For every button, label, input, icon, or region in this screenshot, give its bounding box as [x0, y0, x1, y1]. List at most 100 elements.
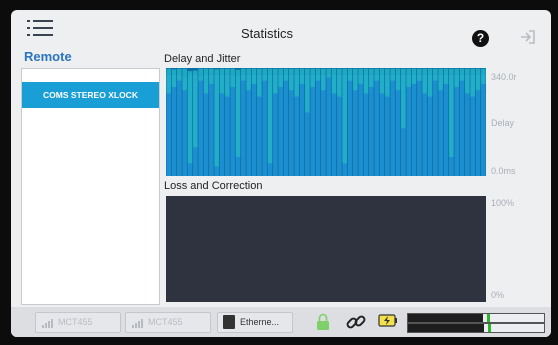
jitter-band: [363, 68, 369, 94]
jitter-band: [246, 68, 251, 91]
jitter-band: [289, 68, 294, 91]
battery-charging-icon: [378, 314, 397, 327]
jitter-band: [401, 68, 406, 129]
delay-bar: [454, 74, 459, 176]
delay-bar: [433, 74, 438, 176]
jitter-band: [374, 68, 379, 81]
jitter-band: [235, 69, 241, 157]
delay-bar: [417, 74, 422, 176]
jitter-band: [449, 68, 454, 157]
hamburger-menu-icon[interactable]: [27, 19, 53, 37]
device-item-coms-stereo-xlock[interactable]: COMS STEREO XLOCK: [22, 82, 159, 108]
audio-level-meters: [407, 310, 545, 334]
jitter-band: [193, 70, 198, 148]
status-bar: MCT455 MCT455 Etherne...: [11, 307, 551, 337]
question-circle-icon[interactable]: ?: [472, 30, 489, 47]
jitter-band: [267, 68, 273, 164]
delay-bar: [358, 74, 363, 176]
input-level-meter: [407, 313, 545, 323]
delay-y-min-label: 0.0ms: [491, 166, 516, 176]
padlock-icon[interactable]: [316, 313, 330, 331]
jitter-band: [294, 68, 299, 97]
jitter-band: [171, 69, 177, 88]
jitter-band: [219, 68, 225, 94]
connection-1-button[interactable]: MCT455: [35, 312, 121, 333]
delay-bar: [241, 74, 246, 176]
delay-jitter-chart: [166, 68, 486, 176]
delay-bar: [209, 74, 214, 176]
jitter-band: [299, 68, 305, 84]
jitter-band: [315, 68, 321, 81]
signal-bars-icon: [42, 319, 53, 328]
delay-bar: [374, 74, 379, 176]
jitter-band: [326, 68, 331, 78]
output-level-fill: [408, 324, 485, 332]
delay-bar: [262, 74, 267, 176]
jitter-band: [203, 68, 209, 94]
delay-jitter-plot: [166, 68, 486, 176]
jitter-band: [459, 68, 465, 81]
jitter-band: [214, 69, 219, 167]
jitter-band: [278, 68, 283, 88]
jitter-band: [433, 68, 438, 81]
exit-icon[interactable]: [519, 28, 537, 46]
jitter-band: [241, 68, 246, 81]
jitter-band: [369, 68, 374, 88]
delay-chart-title: Delay and Jitter: [164, 53, 241, 65]
jitter-band: [481, 68, 486, 84]
connection-2-label: MCT455: [148, 317, 183, 327]
output-level-meter: [407, 323, 545, 333]
loss-y-min-label: 0%: [491, 290, 505, 300]
delay-bar: [278, 74, 283, 176]
delay-bar: [406, 74, 411, 176]
jitter-band: [427, 68, 433, 97]
jitter-band: [182, 68, 187, 91]
jitter-band: [347, 68, 353, 81]
jitter-band: [337, 68, 342, 97]
delay-bar: [315, 74, 321, 176]
delay-bar: [369, 74, 374, 176]
jitter-band: [166, 68, 171, 94]
delay-bar: [310, 74, 315, 176]
jitter-band: [209, 68, 214, 84]
connection-2-button[interactable]: MCT455: [125, 312, 211, 333]
loss-correction-chart: [166, 196, 486, 302]
jitter-band: [198, 68, 203, 81]
ethernet-port-icon: [223, 315, 235, 329]
delay-bar: [390, 74, 395, 176]
jitter-band: [331, 68, 337, 94]
jitter-band: [321, 68, 326, 91]
delay-bar: [459, 74, 465, 176]
jitter-band: [475, 68, 481, 91]
delay-y-max-label: 340.0r: [491, 72, 517, 82]
delay-bar: [251, 74, 257, 176]
delay-y-axis-label: Delay: [491, 118, 515, 128]
delay-bar: [326, 74, 331, 176]
jitter-band: [470, 68, 475, 97]
delay-bar: [443, 74, 449, 176]
jitter-band: [177, 68, 182, 81]
delay-bar: [171, 74, 177, 176]
jitter-band: [257, 68, 262, 97]
loss-y-max-label: 100%: [491, 198, 515, 208]
delay-bar: [411, 74, 417, 176]
device-list: COMS STEREO XLOCK: [21, 68, 160, 305]
jitter-band: [385, 68, 390, 97]
chain-link-icon[interactable]: [345, 311, 367, 333]
jitter-band: [273, 68, 278, 94]
jitter-band: [225, 68, 230, 97]
jitter-band: [465, 68, 470, 94]
jitter-band: [379, 68, 385, 94]
ethernet-button[interactable]: Etherne...: [217, 312, 293, 333]
jitter-band: [342, 68, 347, 164]
jitter-band: [406, 68, 411, 88]
jitter-band: [395, 68, 401, 91]
delay-bar: [198, 76, 203, 176]
page-title: Statistics: [241, 26, 294, 41]
jitter-band: [310, 68, 315, 88]
jitter-band: [422, 68, 427, 94]
ethernet-label: Etherne...: [240, 317, 280, 327]
jitter-band: [417, 68, 422, 81]
loss-chart-title: Loss and Correction: [164, 180, 263, 192]
connection-1-label: MCT455: [58, 317, 93, 327]
